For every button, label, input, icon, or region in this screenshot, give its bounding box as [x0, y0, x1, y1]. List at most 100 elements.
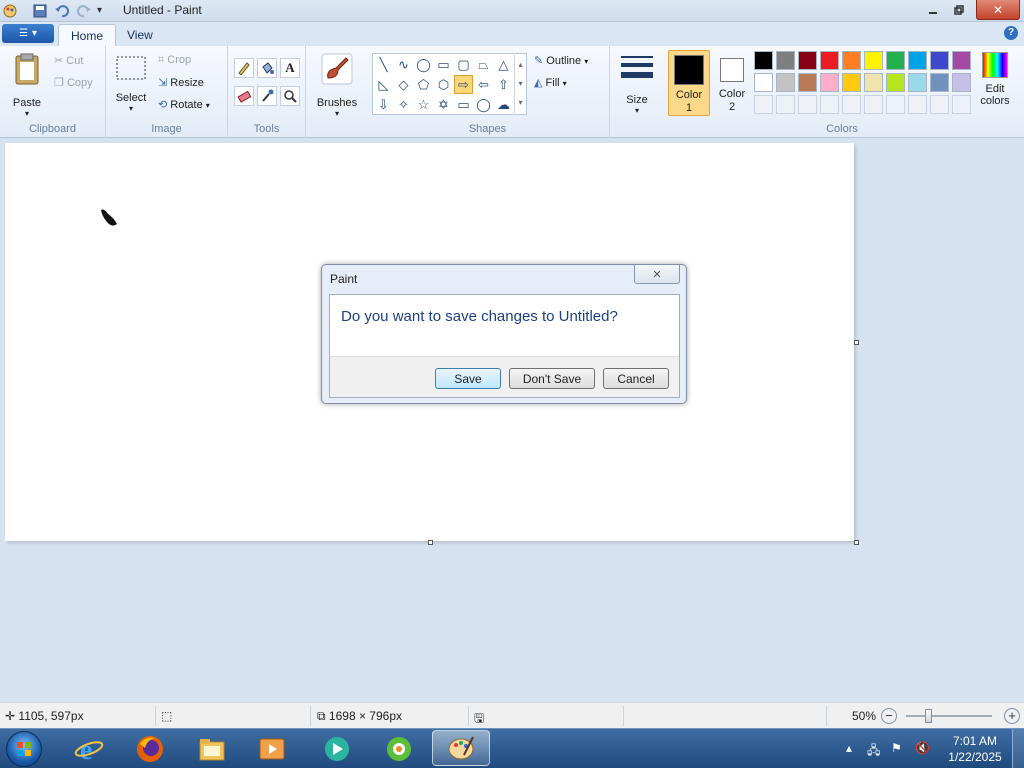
outline-button[interactable]: ✎ Outline ▾ — [534, 54, 588, 67]
color-swatch[interactable] — [908, 73, 927, 92]
action-center-flag-icon[interactable]: ⚑ — [891, 741, 902, 755]
select-button[interactable]: Select ▾ — [114, 54, 148, 114]
color-swatch[interactable] — [842, 73, 861, 92]
color2-button[interactable]: Color 2 — [712, 50, 752, 116]
paint-taskbar-button[interactable] — [432, 730, 490, 766]
right-triangle-shape-icon[interactable]: ◺ — [374, 75, 393, 94]
show-hidden-icons-button[interactable]: ▴ — [846, 741, 852, 755]
close-button[interactable]: ✕ — [976, 0, 1020, 20]
right-arrow-shape-icon[interactable]: ⇨ — [454, 75, 473, 94]
pentagon-shape-icon[interactable]: ⬠ — [414, 75, 433, 94]
color-picker-icon[interactable] — [257, 86, 277, 106]
up-arrow-shape-icon[interactable]: ⇧ — [494, 75, 513, 94]
hexagon-shape-icon[interactable]: ⬡ — [434, 75, 453, 94]
dialog-close-button[interactable]: ✕ — [634, 265, 680, 284]
color1-button[interactable]: Color 1 — [668, 50, 710, 116]
five-point-star-shape-icon[interactable]: ☆ — [414, 95, 433, 114]
curve-shape-icon[interactable]: ∿ — [394, 55, 413, 74]
color-swatch[interactable] — [798, 73, 817, 92]
color-swatch[interactable] — [820, 73, 839, 92]
show-desktop-button[interactable] — [1012, 729, 1024, 768]
fill-button[interactable]: ◭ Fill ▾ — [534, 76, 567, 89]
paint-app-icon[interactable] — [2, 3, 18, 19]
color-swatch[interactable] — [842, 51, 861, 70]
save-icon[interactable] — [32, 3, 48, 19]
file-explorer-icon[interactable] — [195, 732, 229, 766]
paint-menu-button[interactable]: ☰ ▾ — [2, 24, 54, 43]
brushes-button[interactable]: Brushes ▾ — [314, 52, 360, 118]
tab-home[interactable]: Home — [58, 24, 117, 46]
empty-color-swatch[interactable] — [908, 95, 927, 114]
empty-color-swatch[interactable] — [886, 95, 905, 114]
empty-color-swatch[interactable] — [864, 95, 883, 114]
network-icon[interactable]: 🖧 — [867, 741, 880, 762]
restore-button[interactable] — [944, 0, 974, 20]
edit-colors-button[interactable]: Edit colors — [978, 52, 1012, 116]
canvas-resize-handle-right[interactable] — [854, 340, 859, 345]
taskbar-clock[interactable]: 7:01 AM 1/22/2025 — [940, 733, 1010, 765]
messenger-icon[interactable] — [382, 732, 416, 766]
media-player-icon[interactable] — [255, 732, 289, 766]
size-button[interactable]: Size ▾ — [618, 52, 656, 115]
cut-button[interactable]: ✂ Cut — [54, 54, 83, 67]
empty-color-swatch[interactable] — [820, 95, 839, 114]
rectangle-shape-icon[interactable]: ▭ — [434, 55, 453, 74]
eraser-icon[interactable] — [234, 86, 254, 106]
rotate-button[interactable]: ⟲ Rotate ▾ — [158, 98, 210, 111]
oval-shape-icon[interactable]: ◯ — [414, 55, 433, 74]
color-swatch[interactable] — [952, 73, 971, 92]
down-arrow-shape-icon[interactable]: ⇩ — [374, 95, 393, 114]
empty-color-swatch[interactable] — [776, 95, 795, 114]
color-swatch[interactable] — [930, 73, 949, 92]
firefox-icon[interactable] — [133, 732, 167, 766]
color-swatch[interactable] — [776, 51, 795, 70]
help-icon[interactable]: ? — [1004, 26, 1018, 40]
zoom-in-button[interactable]: + — [1004, 708, 1020, 724]
empty-color-swatch[interactable] — [930, 95, 949, 114]
color-swatch[interactable] — [754, 73, 773, 92]
text-tool-icon[interactable]: A — [280, 58, 300, 78]
resize-button[interactable]: ⇲ Resize — [158, 76, 204, 89]
color-swatch[interactable] — [754, 51, 773, 70]
zoom-slider-thumb[interactable] — [925, 709, 932, 723]
paste-button[interactable]: Paste ▾ — [8, 52, 46, 118]
volume-muted-icon[interactable]: 🔇 — [915, 741, 930, 755]
color-swatch[interactable] — [952, 51, 971, 70]
fill-bucket-icon[interactable] — [257, 58, 277, 78]
empty-color-swatch[interactable] — [842, 95, 861, 114]
tab-view[interactable]: View — [115, 24, 165, 46]
line-shape-icon[interactable]: ╲ — [374, 55, 393, 74]
polygon-shape-icon[interactable]: ⏢ — [474, 55, 493, 74]
color-swatch[interactable] — [908, 51, 927, 70]
empty-color-swatch[interactable] — [798, 95, 817, 114]
left-arrow-shape-icon[interactable]: ⇦ — [474, 75, 493, 94]
six-point-star-shape-icon[interactable]: ✡ — [434, 95, 453, 114]
canvas-resize-handle-corner[interactable] — [854, 540, 859, 545]
cancel-button[interactable]: Cancel — [603, 368, 669, 389]
media-center-icon[interactable] — [320, 732, 354, 766]
diamond-shape-icon[interactable]: ◇ — [394, 75, 413, 94]
cloud-callout-shape-icon[interactable]: ☁ — [494, 95, 513, 114]
shapes-scrollbar[interactable]: ▴ ▾ ▾ — [514, 55, 526, 115]
oval-callout-shape-icon[interactable]: ◯ — [474, 95, 493, 114]
color-swatch[interactable] — [886, 51, 905, 70]
crop-button[interactable]: ⌗ Crop — [158, 54, 191, 67]
rounded-rectangle-shape-icon[interactable]: ▢ — [454, 55, 473, 74]
pencil-icon[interactable] — [234, 58, 254, 78]
magnifier-icon[interactable] — [280, 86, 300, 106]
undo-icon[interactable] — [54, 3, 70, 19]
copy-button[interactable]: ❐ Copy — [54, 76, 93, 89]
color-swatch[interactable] — [798, 51, 817, 70]
triangle-shape-icon[interactable]: △ — [494, 55, 513, 74]
color-swatch[interactable] — [930, 51, 949, 70]
color-swatch[interactable] — [776, 73, 795, 92]
save-button[interactable]: Save — [435, 368, 501, 389]
four-point-star-shape-icon[interactable]: ✧ — [394, 95, 413, 114]
color-swatch[interactable] — [864, 51, 883, 70]
internet-explorer-icon[interactable]: e — [72, 732, 106, 766]
zoom-slider-track[interactable] — [906, 715, 992, 717]
canvas-resize-handle-bottom[interactable] — [428, 540, 433, 545]
color-swatch[interactable] — [886, 73, 905, 92]
rounded-callout-shape-icon[interactable]: ▭ — [454, 95, 473, 114]
empty-color-swatch[interactable] — [754, 95, 773, 114]
